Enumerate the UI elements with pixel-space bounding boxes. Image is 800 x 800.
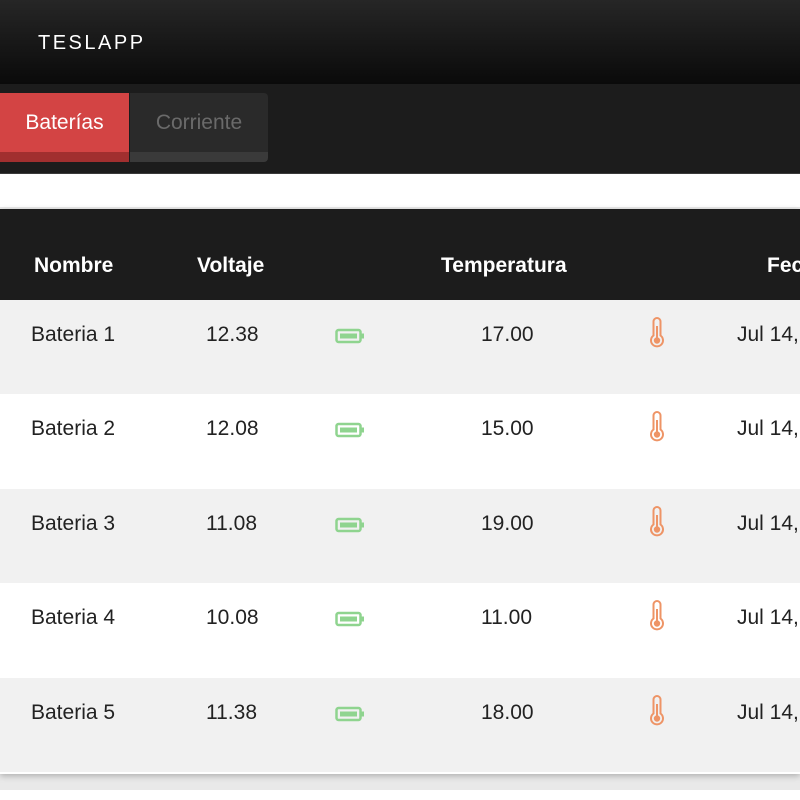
- battery-voltage: 10.08: [206, 606, 259, 629]
- thermometer-icon: [650, 695, 664, 726]
- header-temperatura: Temperatura: [441, 254, 567, 277]
- table-row[interactable]: Bateria 1 12.38 17.00 Jul 14,: [0, 300, 800, 394]
- battery-icon: [335, 706, 364, 722]
- app-header: TESLAPP: [0, 0, 800, 84]
- battery-temperature: 15.00: [481, 417, 534, 440]
- table-row[interactable]: Bateria 3 11.08 19.00 Jul 14,: [0, 489, 800, 583]
- battery-icon: [335, 422, 364, 438]
- battery-name: Bateria 2: [31, 417, 116, 440]
- battery-voltage: 12.38: [206, 323, 259, 346]
- header-voltaje: Voltaje: [197, 254, 265, 277]
- battery-icon: [335, 517, 364, 533]
- table-row[interactable]: Bateria 5 11.38 18.00 Jul 14,: [0, 678, 800, 772]
- spacer-strip: [0, 174, 800, 207]
- table-header: Nombre Voltaje Temperatura Fec: [0, 209, 800, 300]
- battery-icon: [335, 611, 364, 627]
- app-logo: TESLAPP: [38, 32, 146, 54]
- tab-baterias[interactable]: Baterías: [0, 93, 129, 162]
- header-nombre: Nombre: [34, 254, 114, 277]
- battery-name: Bateria 5: [31, 701, 116, 724]
- battery-date: Jul 14,: [737, 417, 799, 440]
- battery-name: Bateria 4: [31, 606, 116, 629]
- battery-voltage: 11.38: [206, 701, 257, 724]
- table-row[interactable]: Bateria 4 10.08 11.00 Jul 14,: [0, 583, 800, 677]
- tab-bar: Baterías Corriente: [0, 84, 800, 174]
- battery-temperature: 17.00: [481, 323, 534, 346]
- battery-name: Bateria 1: [31, 323, 116, 346]
- thermometer-icon: [650, 411, 664, 442]
- header-fecha: Fec: [767, 254, 800, 277]
- battery-voltage: 11.08: [206, 512, 257, 535]
- battery-icon: [335, 328, 364, 344]
- battery-date: Jul 14,: [737, 701, 799, 724]
- battery-name: Bateria 3: [31, 512, 116, 535]
- battery-voltage: 12.08: [206, 417, 259, 440]
- bottom-strip: [0, 790, 800, 800]
- battery-date: Jul 14,: [737, 323, 799, 346]
- battery-date: Jul 14,: [737, 512, 799, 535]
- thermometer-icon: [650, 600, 664, 631]
- battery-temperature: 11.00: [481, 606, 532, 629]
- thermometer-icon: [650, 506, 664, 537]
- battery-temperature: 18.00: [481, 701, 534, 724]
- app-page: TESLAPP Baterías Corriente Nombre Voltaj…: [0, 0, 800, 800]
- battery-temperature: 19.00: [481, 512, 534, 535]
- thermometer-icon: [650, 317, 664, 348]
- tab-corriente[interactable]: Corriente: [130, 93, 268, 162]
- battery-date: Jul 14,: [737, 606, 799, 629]
- table-row[interactable]: Bateria 2 12.08 15.00 Jul 14,: [0, 394, 800, 488]
- battery-table-card: Nombre Voltaje Temperatura Fec Bateria 1…: [0, 209, 800, 774]
